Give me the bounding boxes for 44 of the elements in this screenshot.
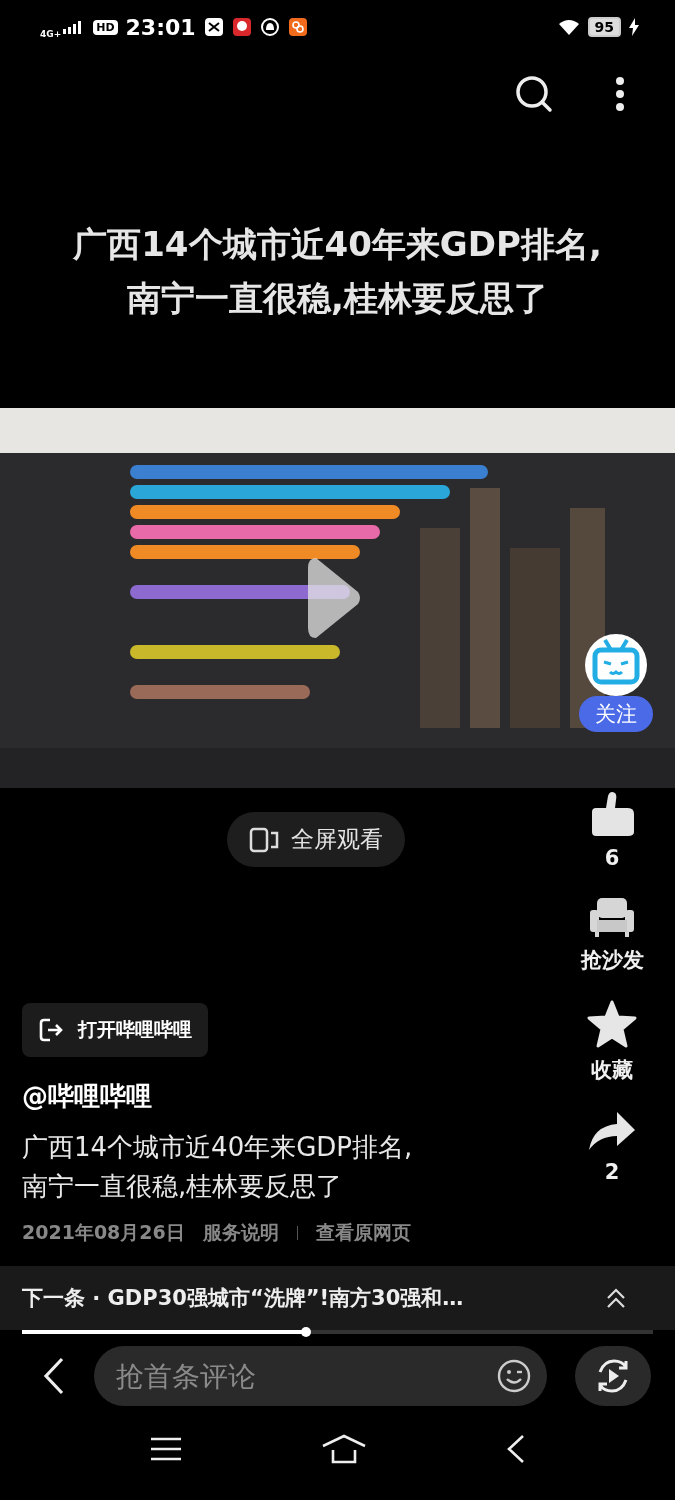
wifi-icon [557,19,580,35]
autoplay-button[interactable] [575,1346,651,1406]
post-caption: 广西14个城市近40年来GDP排名, 南宁一直很稳,桂林要反思了 [22,1131,414,1203]
app-notification-icon [203,17,224,37]
share-icon[interactable] [587,1110,637,1152]
search-icon[interactable] [515,75,553,113]
double-chevron-up-icon[interactable] [605,1287,627,1309]
app-notification-icon [287,17,308,37]
hd-badge: HD [93,19,118,35]
fullscreen-icon [248,826,279,853]
action-label: 6 [604,846,620,870]
open-app-button[interactable]: 打开哔哩哔哩 [22,1003,208,1057]
comment-field[interactable]: 抢首条评论 [114,1358,497,1394]
back-icon[interactable] [42,1357,66,1395]
emoji-icon[interactable] [497,1359,531,1393]
battery-indicator: 95 [587,17,621,37]
back-nav-icon[interactable] [505,1434,526,1464]
service-link[interactable]: 服务说明 [202,1220,279,1246]
next-item-bar[interactable]: 下一条 · GDP30强城市“洗牌”!南方30强和… [0,1266,675,1330]
charging-icon [629,18,639,36]
app-notification-icon [231,17,252,37]
action-label: 2 [604,1160,620,1184]
bell-icon [259,17,280,37]
status-time: 23:01 [125,14,196,40]
next-item-title[interactable]: 下一条 · GDP30强城市“洗牌”!南方30强和… [22,1284,464,1312]
home-icon[interactable] [320,1434,367,1464]
article-title: 广西14个城市近40年来GDP排名, 南宁一直很稳,桂林要反思了 [72,222,603,320]
progress-thumb[interactable] [300,1327,311,1337]
author-name[interactable]: @哔哩哔哩 [22,1079,549,1114]
sofa-icon[interactable] [589,896,635,938]
action-label: 抢沙发 [580,947,644,974]
follow-button[interactable]: 关注 [579,696,653,732]
more-icon[interactable] [615,76,625,112]
menu-icon[interactable] [149,1436,182,1462]
tv-mascot-avatar[interactable] [585,634,647,696]
post-date: 2021年08月26日 [22,1220,185,1245]
star-icon[interactable] [587,1000,637,1048]
source-link[interactable]: 查看原网页 [315,1220,411,1246]
fullscreen-button[interactable]: 全屏观看 [226,812,405,867]
comment-bar[interactable]: 抢首条评论 [94,1346,547,1406]
exit-icon [38,1017,64,1043]
network-indicator: 4G+ [40,28,62,39]
action-label: 收藏 [591,1057,633,1084]
progress-track[interactable] [22,1330,653,1334]
